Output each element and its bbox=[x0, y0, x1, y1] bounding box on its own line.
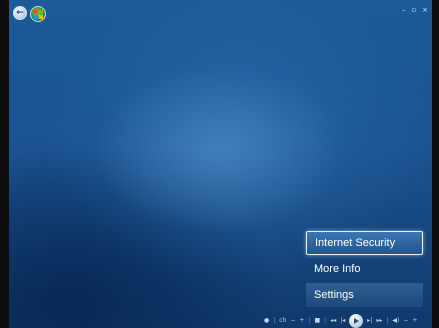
record-icon[interactable]: ● bbox=[264, 318, 269, 324]
media-center-window: ← – ▫ × Internet Security More Info Sett… bbox=[0, 0, 439, 328]
window-controls: – ▫ × bbox=[402, 6, 428, 14]
divider: | bbox=[273, 317, 276, 324]
channel-down-button[interactable]: − bbox=[290, 318, 295, 324]
divider: | bbox=[386, 317, 389, 324]
volume-icon[interactable]: ◀) bbox=[392, 318, 399, 324]
menu-item-label: Settings bbox=[314, 289, 354, 301]
menu-item-internet-security[interactable]: Internet Security bbox=[306, 231, 423, 255]
context-menu: Internet Security More Info Settings bbox=[306, 231, 423, 309]
restore-button[interactable]: ▫ bbox=[411, 6, 416, 14]
menu-item-label: More Info bbox=[314, 263, 361, 275]
windows-logo-icon[interactable] bbox=[30, 6, 46, 22]
divider: | bbox=[308, 317, 311, 324]
volume-down-button[interactable]: − bbox=[403, 318, 408, 324]
menu-item-label: Internet Security bbox=[315, 237, 396, 249]
channel-up-button[interactable]: + bbox=[299, 318, 304, 324]
back-button[interactable]: ← bbox=[13, 6, 27, 20]
top-left-controls: ← bbox=[13, 6, 46, 22]
menu-item-settings[interactable]: Settings bbox=[306, 283, 423, 307]
fast-forward-button[interactable]: ▸▸ bbox=[376, 318, 382, 324]
transport-controls: ● | ch − + | ■ | ◂◂ |◂ ▸| ▸▸ | ◀) − + bbox=[264, 314, 417, 328]
previous-button[interactable]: |◂ bbox=[340, 318, 345, 324]
close-button[interactable]: × bbox=[422, 6, 428, 14]
play-button[interactable] bbox=[349, 314, 364, 328]
play-icon bbox=[354, 318, 360, 324]
back-icon: ← bbox=[16, 7, 24, 18]
divider: | bbox=[324, 317, 327, 324]
rewind-button[interactable]: ◂◂ bbox=[330, 318, 336, 324]
next-button[interactable]: ▸| bbox=[367, 318, 372, 324]
volume-up-button[interactable]: + bbox=[412, 318, 417, 324]
media-center-background: ← – ▫ × Internet Security More Info Sett… bbox=[9, 0, 432, 328]
stop-icon[interactable]: ■ bbox=[314, 318, 320, 324]
menu-item-more-info[interactable]: More Info bbox=[306, 257, 423, 281]
channel-label: ch bbox=[279, 317, 287, 324]
minimize-button[interactable]: – bbox=[402, 6, 406, 14]
